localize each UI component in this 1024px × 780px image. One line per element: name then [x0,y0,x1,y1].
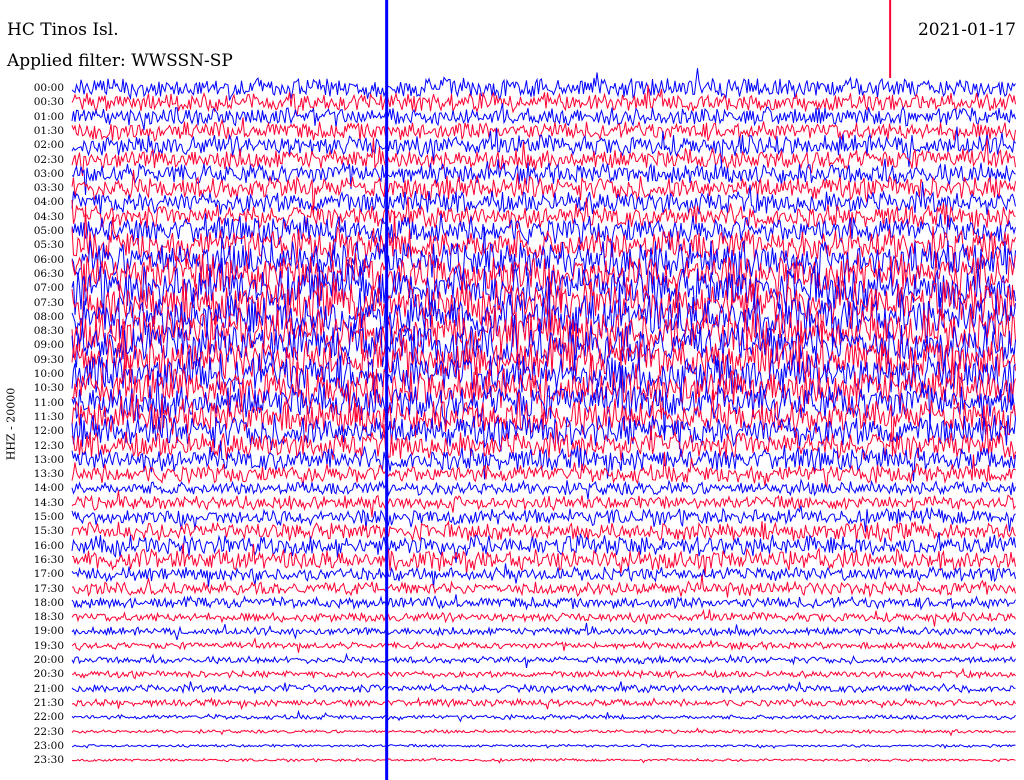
time-tick-label: 14:00 [33,482,64,495]
time-tick-label: 20:00 [33,654,64,666]
time-tick-label: 02:00 [33,139,64,152]
trace-2230 [71,727,1016,737]
time-tick-label: 23:30 [33,754,64,767]
time-tick-label: 11:30 [33,410,64,423]
trace-1530 [71,520,1016,543]
time-tick-label: 16:30 [33,553,64,566]
time-tick-label: 07:30 [33,296,64,309]
time-tick-label: 01:30 [33,124,64,137]
time-tick-label: 08:00 [33,310,64,323]
trace-2330 [71,757,1016,764]
time-tick-label: 13:30 [33,468,64,481]
time-tick-label: 19:30 [33,639,64,652]
time-tick-label: 09:00 [33,339,64,352]
trace-1500 [71,505,1016,532]
trace-1600 [71,531,1016,564]
time-tick-label: 21:30 [33,696,64,709]
time-tick-label: 09:30 [33,353,64,366]
time-tick-label: 11:00 [33,396,64,409]
time-tick-label: 18:00 [33,596,64,609]
time-tick-label: 15:30 [33,525,64,538]
time-tick-label: 06:00 [33,253,64,266]
time-tick-label: 20:30 [33,668,64,681]
time-tick-label: 03:30 [33,182,64,195]
time-tick-label: 17:30 [33,582,64,595]
date-label: 2021-01-17 [917,20,1016,40]
time-tick-label: 00:30 [33,96,64,109]
trace-2130 [71,696,1016,711]
time-tick-label: 10:00 [33,368,64,380]
time-tick-label: 12:30 [33,439,64,452]
time-tick-label: 21:00 [33,682,64,695]
station-title: HC Tinos Isl. [7,20,119,40]
time-tick-label: 12:00 [33,425,64,438]
time-tick-label: 05:30 [33,239,64,252]
time-tick-label: 22:30 [33,725,64,738]
time-tick-label: 05:00 [33,225,64,237]
time-tick-label: 04:30 [33,210,64,223]
time-tick-label: 01:00 [33,110,64,123]
trace-1400 [71,478,1016,500]
time-tick-label: 17:00 [33,568,64,581]
trace-2300 [71,743,1016,750]
time-tick-label: 15:00 [33,511,64,523]
time-tick-label: 02:30 [33,153,64,166]
time-tick-label: 08:30 [33,325,64,338]
trace-1730 [71,574,1016,599]
trace-1700 [71,563,1016,588]
time-tick-label: 00:00 [33,82,64,94]
seismogram-plot [71,0,1016,780]
time-tick-label: 03:00 [33,167,64,180]
time-tick-label: 16:00 [33,539,64,552]
trace-2100 [71,681,1016,695]
time-tick-label: 23:00 [33,739,64,752]
time-tick-label: 06:30 [33,267,64,280]
filter-label: Applied filter: WWSSN-SP [7,51,233,71]
time-tick-label: 07:00 [33,282,64,295]
time-tick-label: 22:00 [33,711,64,724]
trace-0030 [71,84,1016,118]
time-tick-label: 13:00 [33,453,64,466]
time-tick-label: 14:30 [33,496,64,509]
trace-1800 [71,594,1016,611]
time-tick-label: 18:30 [33,611,64,624]
trace-2030 [72,667,1016,680]
time-tick-label: 10:30 [33,382,64,395]
trace-1830 [71,609,1016,627]
time-tick-label: 04:00 [33,196,64,209]
time-tick-label: 19:00 [33,625,64,638]
trace-1930 [71,637,1016,653]
trace-2200 [71,709,1016,723]
trace-1900 [71,622,1016,641]
trace-2000 [71,652,1016,668]
